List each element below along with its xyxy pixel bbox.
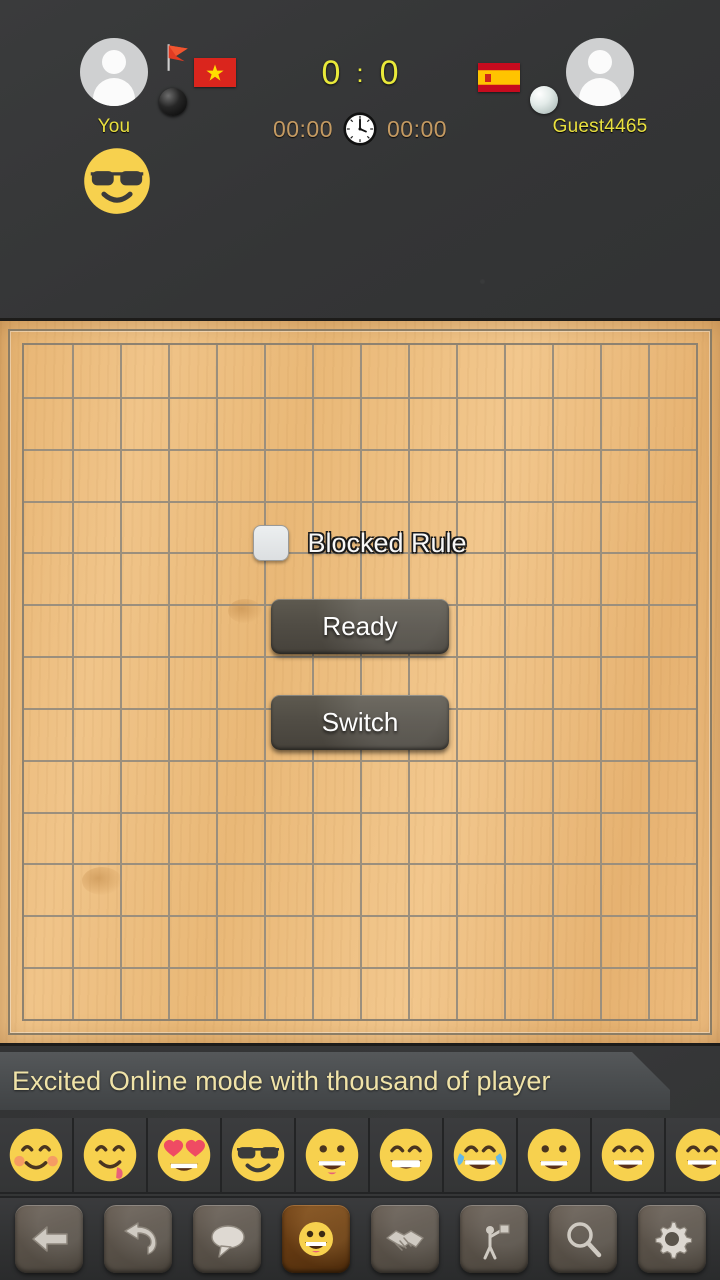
undo-arrow-icon bbox=[123, 1222, 157, 1255]
emoji-button[interactable] bbox=[281, 1205, 350, 1273]
score-left: 0 bbox=[321, 54, 341, 92]
emoji-option[interactable] bbox=[0, 1118, 72, 1192]
clock-icon bbox=[343, 112, 377, 146]
blocked-rule-checkbox[interactable] bbox=[253, 525, 290, 561]
grid-line-horizontal bbox=[24, 500, 696, 503]
blocked-rule-label: Blocked Rule bbox=[307, 527, 467, 558]
game-board[interactable]: Blocked Rule Ready Switch bbox=[0, 318, 720, 1046]
emoji-picker-strip[interactable] bbox=[0, 1118, 720, 1194]
match-header: You 0:0 00:00 00:00 Guest4465 bbox=[0, 0, 720, 214]
emoji-option[interactable] bbox=[74, 1118, 146, 1192]
right-player-name: Guest4465 bbox=[552, 116, 648, 137]
emoji-option[interactable] bbox=[444, 1118, 516, 1192]
wood-knot bbox=[82, 867, 122, 895]
blush-emoji bbox=[9, 1128, 63, 1182]
emoji-option[interactable] bbox=[148, 1118, 220, 1192]
emoji-option[interactable] bbox=[518, 1118, 590, 1192]
grid-line-horizontal bbox=[24, 967, 696, 970]
emoji-option[interactable] bbox=[592, 1118, 664, 1192]
ready-button[interactable]: Ready bbox=[271, 599, 449, 654]
announcement-banner: Excited Online mode with thousand of pla… bbox=[0, 1052, 670, 1110]
zoom-button[interactable] bbox=[548, 1205, 617, 1273]
joy-emoji bbox=[453, 1128, 507, 1182]
score-separator: : bbox=[356, 58, 364, 88]
right-player-block[interactable]: Guest4465 bbox=[520, 38, 647, 137]
grid-line-horizontal bbox=[24, 863, 696, 866]
emoji-option[interactable] bbox=[666, 1118, 720, 1192]
avatar[interactable] bbox=[566, 38, 634, 106]
undo-button[interactable] bbox=[103, 1205, 172, 1273]
grid-line-horizontal bbox=[24, 396, 696, 399]
handshake-icon bbox=[385, 1230, 424, 1251]
emoji-option[interactable] bbox=[222, 1118, 294, 1192]
emoji-option[interactable] bbox=[296, 1118, 368, 1192]
spain-flag bbox=[478, 63, 520, 92]
handshake-button[interactable] bbox=[370, 1205, 439, 1273]
heart-eyes-emoji bbox=[157, 1128, 211, 1182]
grid-line-horizontal bbox=[24, 915, 696, 918]
surrender-flag-person-icon bbox=[483, 1224, 510, 1260]
smiley-icon bbox=[298, 1222, 333, 1256]
bottom-toolbar bbox=[0, 1196, 720, 1280]
score-right: 0 bbox=[379, 54, 399, 92]
back-arrow-icon bbox=[31, 1226, 68, 1252]
grid-line-horizontal bbox=[24, 448, 696, 451]
yum-emoji bbox=[83, 1128, 137, 1182]
blocked-rule-row[interactable]: Blocked Rule bbox=[253, 525, 467, 561]
right-timer: 00:00 bbox=[387, 115, 448, 142]
banner-text: Excited Online mode with thousand of pla… bbox=[12, 1065, 551, 1096]
laughing-emoji bbox=[675, 1128, 720, 1182]
sunglasses-emoji bbox=[231, 1128, 285, 1182]
smile-emoji bbox=[601, 1128, 655, 1182]
game-screen: You 0:0 00:00 00:00 Guest4465 Blocked Ru… bbox=[0, 0, 720, 1280]
back-button[interactable] bbox=[14, 1205, 83, 1273]
sunglasses-emoji bbox=[84, 148, 150, 214]
left-timer: 00:00 bbox=[272, 115, 333, 142]
magnifier-icon bbox=[566, 1222, 601, 1258]
emoji-option[interactable] bbox=[370, 1118, 442, 1192]
grid-line-horizontal bbox=[24, 811, 696, 814]
surrender-button[interactable] bbox=[459, 1205, 528, 1273]
grin-emoji bbox=[379, 1128, 433, 1182]
speech-bubble-icon bbox=[210, 1225, 245, 1258]
grinning-emoji bbox=[305, 1128, 359, 1182]
switch-button[interactable]: Switch bbox=[271, 695, 449, 750]
pre-game-controls: Blocked Rule Ready Switch bbox=[0, 525, 720, 750]
grinning-open-emoji bbox=[527, 1128, 581, 1182]
gear-icon bbox=[654, 1221, 692, 1259]
grid-line-horizontal bbox=[24, 759, 696, 762]
settings-button[interactable] bbox=[637, 1205, 706, 1273]
chat-button[interactable] bbox=[192, 1205, 261, 1273]
